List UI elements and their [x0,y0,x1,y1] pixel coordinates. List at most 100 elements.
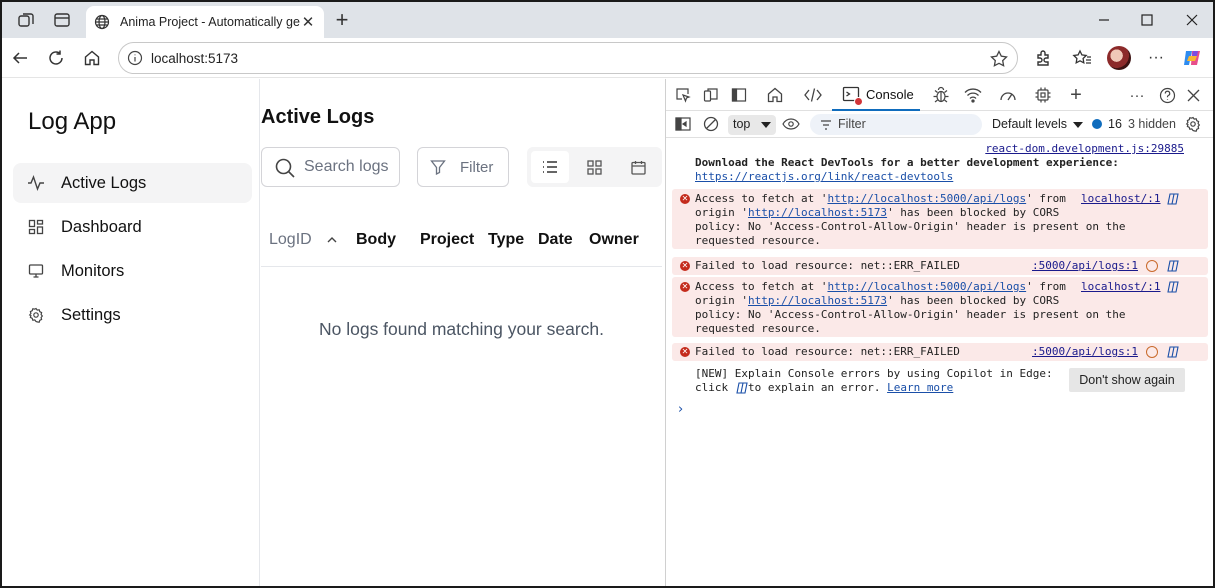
console-prompt-chevron-icon[interactable]: › [678,402,683,417]
message-source-link[interactable]: react-dom.development.js:29885 [985,142,1184,156]
close-window-icon[interactable] [1177,8,1207,32]
device-emulation-icon[interactable] [700,84,722,106]
clear-console-icon[interactable] [700,113,722,135]
favorite-star-icon[interactable] [989,49,1009,69]
more-menu-icon[interactable]: ··· [1144,46,1168,70]
browser-window: Anima Project - Automatically ge ✕ + loc… [0,0,1215,588]
welcome-home-icon[interactable] [764,84,786,106]
list-view-button[interactable] [531,151,569,183]
column-header-owner[interactable]: Owner [589,231,639,249]
minimize-icon[interactable] [1089,8,1119,32]
message-text: [NEW] Explain Console errors by using Co… [695,367,1053,380]
console-filter-input[interactable]: Filter [810,114,982,135]
memory-chip-icon[interactable] [1032,84,1054,106]
message-text: Failed to load resource: net::ERR_FAILED [695,345,960,358]
view-toggle [527,147,662,187]
message-source-link[interactable]: localhost/:1 [1081,192,1160,206]
app-logo: Log App [28,108,117,135]
home-icon[interactable] [80,46,104,70]
search-input[interactable] [304,156,396,178]
devtools-toolbar: Console + ··· [666,79,1213,111]
issues-counter[interactable]: 16 [1092,117,1122,131]
workspaces-icon[interactable] [14,8,38,32]
maximize-icon[interactable] [1132,8,1162,32]
chevron-down-icon [761,122,771,128]
sidebar-item-settings[interactable]: Settings [13,295,252,335]
chevron-down-icon [1073,121,1084,128]
context-select[interactable]: top [728,115,776,135]
copilot-explain-icon[interactable] [1167,346,1179,358]
react-devtools-link[interactable]: https://reactjs.org/link/react-devtools [695,170,953,184]
column-header-logid[interactable]: LogID [269,231,312,249]
site-info-icon[interactable] [127,50,143,66]
refresh-icon[interactable] [44,46,68,70]
close-devtools-icon[interactable] [1182,84,1204,106]
sidebar-item-dashboard[interactable]: Dashboard [13,207,252,247]
devtools-panel: Console + ··· top Filter Default levels … [665,79,1213,586]
sidebar-item-monitors[interactable]: Monitors [13,251,252,291]
sidebar-item-label: Active Logs [61,173,147,192]
help-icon[interactable] [1156,84,1178,106]
console-message-error: ✕ Failed to load resource: net::ERR_FAIL… [672,343,1208,361]
calendar-view-icon [630,160,646,175]
dock-side-icon[interactable] [728,84,750,106]
calendar-view-button[interactable] [619,151,657,183]
message-text: Access to fetch at 'http://localhost:500… [695,280,1066,293]
network-request-icon[interactable] [1146,346,1158,358]
vertical-tabs-icon[interactable] [50,8,74,32]
live-expression-eye-icon[interactable] [780,113,802,135]
message-source-link[interactable]: :5000/api/logs:1 [1032,345,1138,359]
grid-view-button[interactable] [575,151,613,183]
devtools-more-icon[interactable]: ··· [1126,84,1148,106]
log-levels-dropdown[interactable]: Default levels [992,117,1084,131]
network-wifi-icon[interactable] [962,84,984,106]
error-x-icon: ✕ [680,261,690,271]
message-text: click to explain an error. Learn more [695,381,954,394]
address-bar[interactable]: localhost:5173 [118,42,1018,74]
profile-avatar[interactable] [1107,46,1131,70]
filter-button[interactable]: Filter [417,147,509,187]
sources-bug-icon[interactable] [930,84,952,106]
list-view-icon [543,161,557,173]
learn-more-link[interactable]: Learn more [887,381,953,394]
message-source-link[interactable]: :5000/api/logs:1 [1032,259,1138,273]
log-levels-label: Default levels [992,117,1068,131]
gear-icon [27,306,45,324]
column-header-project[interactable]: Project [420,231,474,249]
column-header-body[interactable]: Body [356,231,396,249]
more-tools-plus-icon[interactable]: + [1065,84,1087,106]
copilot-explain-icon[interactable] [1167,281,1179,293]
dont-show-again-button[interactable]: Don't show again [1069,368,1185,392]
network-request-icon[interactable] [1146,260,1158,272]
page-title: Active Logs [261,106,375,128]
console-icon [842,85,863,106]
sidebar-item-label: Settings [61,305,121,324]
grid-view-icon [586,159,602,175]
console-filter-bar: top Filter Default levels 16 3 hidden [666,111,1213,138]
column-header-type[interactable]: Type [488,231,524,249]
copilot-explain-icon[interactable] [1167,193,1179,205]
sort-ascending-icon[interactable] [325,233,339,247]
inspect-element-icon[interactable] [672,84,694,106]
browser-tab[interactable]: Anima Project - Automatically ge ✕ [86,6,324,38]
extensions-icon[interactable] [1031,46,1055,70]
copilot-icon[interactable] [1180,46,1204,70]
tab-console[interactable]: Console [832,79,920,111]
elements-code-icon[interactable] [802,84,824,106]
message-source-link[interactable]: localhost/:1 [1081,280,1160,294]
message-text: requested resource. [695,322,821,335]
close-tab-icon[interactable]: ✕ [300,14,316,31]
monitor-icon [27,262,45,280]
sidebar-item-active-logs[interactable]: Active Logs [13,163,252,203]
column-header-date[interactable]: Date [538,231,573,249]
filter-lines-icon [821,120,831,130]
address-bar-row: localhost:5173 ··· [2,38,1213,78]
search-box[interactable] [261,147,400,187]
copilot-explain-icon[interactable] [1167,260,1179,272]
new-tab-button[interactable]: + [330,7,354,32]
console-settings-gear-icon[interactable] [1182,113,1204,135]
favorites-icon[interactable] [1070,46,1094,70]
sidebar-toggle-icon[interactable] [672,113,694,135]
back-arrow-icon[interactable] [8,46,32,70]
performance-gauge-icon[interactable] [997,84,1019,106]
